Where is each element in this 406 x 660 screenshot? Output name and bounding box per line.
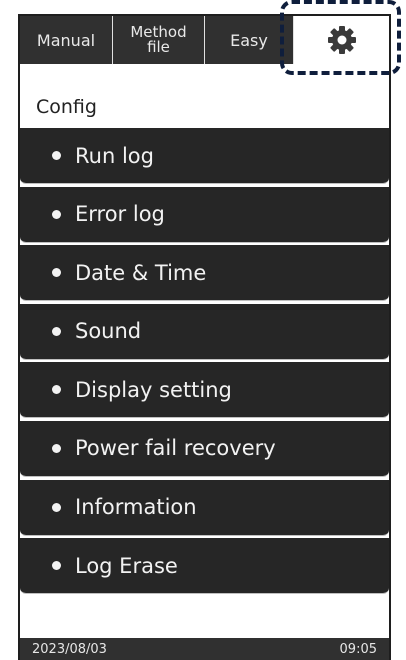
menu-item-sound[interactable]: Sound	[20, 303, 389, 360]
bullet-icon	[52, 443, 61, 453]
menu-item-run-log[interactable]: Run log	[20, 128, 389, 184]
menu-item-label: Power fail recovery	[75, 436, 276, 461]
config-menu: Run log Error log Date & Time Sound Disp…	[20, 128, 389, 597]
menu-item-display-setting[interactable]: Display setting	[20, 362, 389, 419]
menu-item-power-fail-recovery[interactable]: Power fail recovery	[20, 420, 389, 477]
bullet-icon	[52, 326, 61, 336]
status-bar: 2023/08/03 09:05	[20, 638, 389, 660]
bullet-icon	[52, 151, 61, 160]
bullet-icon	[52, 209, 61, 219]
menu-item-label: Date & Time	[75, 260, 207, 285]
menu-item-label: Log Erase	[75, 553, 178, 578]
settings-highlight-box	[280, 0, 401, 75]
menu-item-information[interactable]: Information	[20, 479, 389, 536]
tab-method-file[interactable]: Method file	[113, 16, 205, 64]
menu-item-label: Sound	[75, 319, 142, 344]
menu-item-label: Error log	[75, 202, 165, 227]
tab-method-label-line2: file	[147, 38, 170, 56]
menu-item-log-erase[interactable]: Log Erase	[20, 538, 389, 595]
menu-item-date-time[interactable]: Date & Time	[20, 245, 389, 302]
status-time: 09:05	[339, 641, 377, 657]
status-date: 2023/08/03	[32, 641, 107, 657]
menu-item-label: Display setting	[75, 377, 232, 402]
tab-manual-label: Manual	[36, 30, 96, 50]
bullet-icon	[52, 561, 61, 571]
menu-item-error-log[interactable]: Error log	[20, 186, 389, 243]
device-screen: Manual Method file Easy Config Run log E…	[18, 14, 391, 660]
tab-manual[interactable]: Manual	[20, 16, 113, 64]
page-title: Config	[36, 96, 97, 118]
bullet-icon	[52, 385, 61, 395]
menu-item-label: Information	[75, 495, 197, 520]
menu-item-label: Run log	[75, 143, 154, 168]
bullet-icon	[52, 502, 61, 512]
bullet-icon	[52, 268, 61, 278]
tab-easy-label: Easy	[230, 30, 268, 50]
